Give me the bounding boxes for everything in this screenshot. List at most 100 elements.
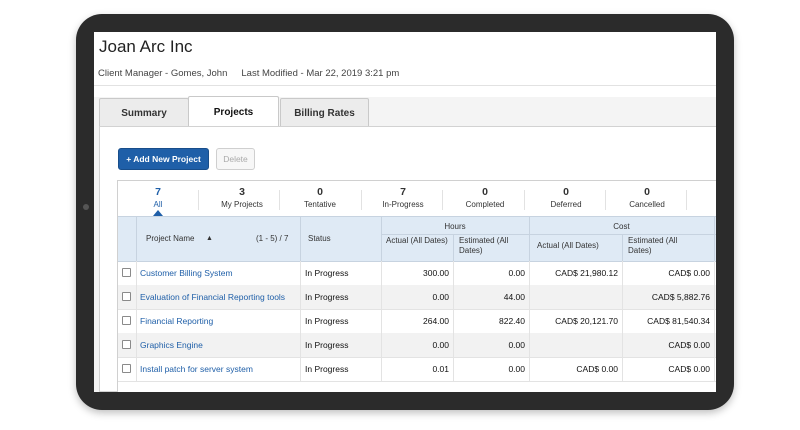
row-checkbox[interactable]: [122, 340, 131, 349]
hours-actual-header[interactable]: Actual (All Dates): [386, 236, 450, 246]
filter-in-progress[interactable]: 7 In-Progress: [374, 181, 432, 215]
hours-actual: 0.00: [432, 340, 449, 350]
hours-estimated: 0.00: [508, 268, 525, 278]
cost-actual: CAD$ 0.00: [576, 364, 618, 374]
filter-count: 7: [155, 186, 161, 198]
project-name-link[interactable]: Graphics Engine: [140, 333, 203, 357]
table-row[interactable]: Customer Billing System In Progress 300.…: [118, 261, 716, 286]
row-divider: [714, 357, 715, 381]
hours-estimated: 822.40: [499, 316, 525, 326]
row-divider: [136, 309, 137, 333]
header-divider: [300, 217, 301, 261]
filter-count: 7: [400, 186, 406, 198]
add-new-project-button[interactable]: + Add New Project: [118, 148, 209, 170]
filter-separator: [605, 190, 606, 210]
hours-actual: 264.00: [423, 316, 449, 326]
client-manager: Client Manager - Gomes, John: [98, 68, 228, 79]
cost-actual-header[interactable]: Actual (All Dates): [537, 241, 599, 251]
sort-asc-icon[interactable]: ▲: [206, 234, 213, 244]
row-divider: [136, 357, 137, 381]
row-checkbox[interactable]: [122, 316, 131, 325]
project-name-link[interactable]: Customer Billing System: [140, 261, 233, 285]
filter-deferred[interactable]: 0 Deferred: [538, 181, 594, 215]
cost-estimated-header[interactable]: Estimated (All Dates): [628, 236, 702, 256]
page-title: Joan Arc Inc: [99, 37, 193, 56]
last-modified: Last Modified - Mar 22, 2019 3:21 pm: [241, 68, 400, 79]
header-divider: [622, 234, 623, 261]
page-meta: Client Manager - Gomes, John Last Modifie…: [98, 68, 399, 79]
project-status: In Progress: [305, 316, 349, 326]
filter-separator: [524, 190, 525, 210]
filter-separator: [442, 190, 443, 210]
header-divider: [714, 217, 715, 261]
filter-label: Tentative: [303, 200, 337, 209]
cost-group-header: Cost: [613, 222, 630, 231]
status-header[interactable]: Status: [308, 234, 331, 244]
filter-completed[interactable]: 0 Completed: [456, 181, 514, 215]
pagination-range: (1 - 5) / 7: [256, 234, 289, 243]
cost-estimated: CAD$ 0.00: [668, 268, 710, 278]
filter-cancelled[interactable]: 0 Cancelled: [618, 181, 676, 215]
filter-label: My Projects: [221, 200, 263, 209]
table-row[interactable]: Financial Reporting In Progress 264.00 8…: [118, 309, 716, 334]
table-row[interactable]: Evaluation of Financial Reporting tools …: [118, 285, 716, 310]
project-status: In Progress: [305, 268, 349, 278]
hours-actual: 0.01: [432, 364, 449, 374]
hours-estimated: 0.00: [508, 340, 525, 350]
hours-estimated-header[interactable]: Estimated (All Dates): [459, 236, 527, 256]
filter-label: All: [153, 200, 163, 209]
row-divider: [300, 357, 301, 381]
cost-estimated: CAD$ 0.00: [668, 364, 710, 374]
filter-label: In-Progress: [382, 200, 424, 209]
row-checkbox[interactable]: [122, 268, 131, 277]
project-status: In Progress: [305, 292, 349, 302]
project-name-link[interactable]: Financial Reporting: [140, 309, 213, 333]
filter-count: 0: [644, 186, 650, 198]
filter-tentative[interactable]: 0 Tentative: [293, 181, 347, 215]
filter-separator: [361, 190, 362, 210]
filter-separator: [198, 190, 199, 210]
table-row[interactable]: Graphics Engine In Progress 0.00 0.00 CA…: [118, 333, 716, 358]
cost-actual: CAD$ 20,121.70: [555, 316, 618, 326]
row-divider: [300, 261, 301, 285]
hours-actual: 0.00: [432, 292, 449, 302]
cost-estimated: CAD$ 0.00: [668, 340, 710, 350]
filter-label: Cancelled: [629, 200, 665, 209]
filter-my-projects[interactable]: 3 My Projects: [210, 181, 274, 215]
project-name-header[interactable]: Project Name: [146, 234, 194, 244]
tab-summary[interactable]: Summary: [99, 98, 189, 127]
row-divider: [714, 309, 715, 333]
row-checkbox[interactable]: [122, 364, 131, 373]
project-status: In Progress: [305, 364, 349, 374]
filter-separator: [686, 190, 687, 210]
filter-count: 0: [317, 186, 323, 198]
camera-dot: [83, 204, 89, 210]
project-name-link[interactable]: Evaluation of Financial Reporting tools: [140, 285, 285, 309]
tab-billing-rates[interactable]: Billing Rates: [280, 98, 369, 127]
header-group-divider: [381, 234, 716, 235]
table-row[interactable]: Install patch for server system In Progr…: [118, 357, 716, 382]
row-divider: [714, 285, 715, 309]
header-divider: [136, 217, 137, 261]
row-divider: [300, 285, 301, 309]
hours-estimated: 44.00: [503, 292, 525, 302]
row-divider: [136, 333, 137, 357]
tab-projects[interactable]: Projects: [188, 96, 279, 128]
delete-button[interactable]: Delete: [216, 148, 255, 170]
row-checkbox[interactable]: [122, 292, 131, 301]
project-name-link[interactable]: Install patch for server system: [140, 357, 253, 381]
filter-count: 0: [482, 186, 488, 198]
row-divider: [300, 309, 301, 333]
cost-actual: [529, 333, 618, 357]
row-divider: [714, 333, 715, 357]
filter-label: Completed: [465, 200, 505, 209]
filter-count: 0: [563, 186, 569, 198]
filter-label: Deferred: [550, 200, 582, 209]
cost-estimated: CAD$ 81,540.34: [647, 316, 710, 326]
meta-divider: [94, 85, 716, 86]
row-divider: [136, 261, 137, 285]
row-divider: [714, 261, 715, 285]
project-status: In Progress: [305, 340, 349, 350]
filter-separator: [279, 190, 280, 210]
cost-actual: [529, 285, 618, 309]
